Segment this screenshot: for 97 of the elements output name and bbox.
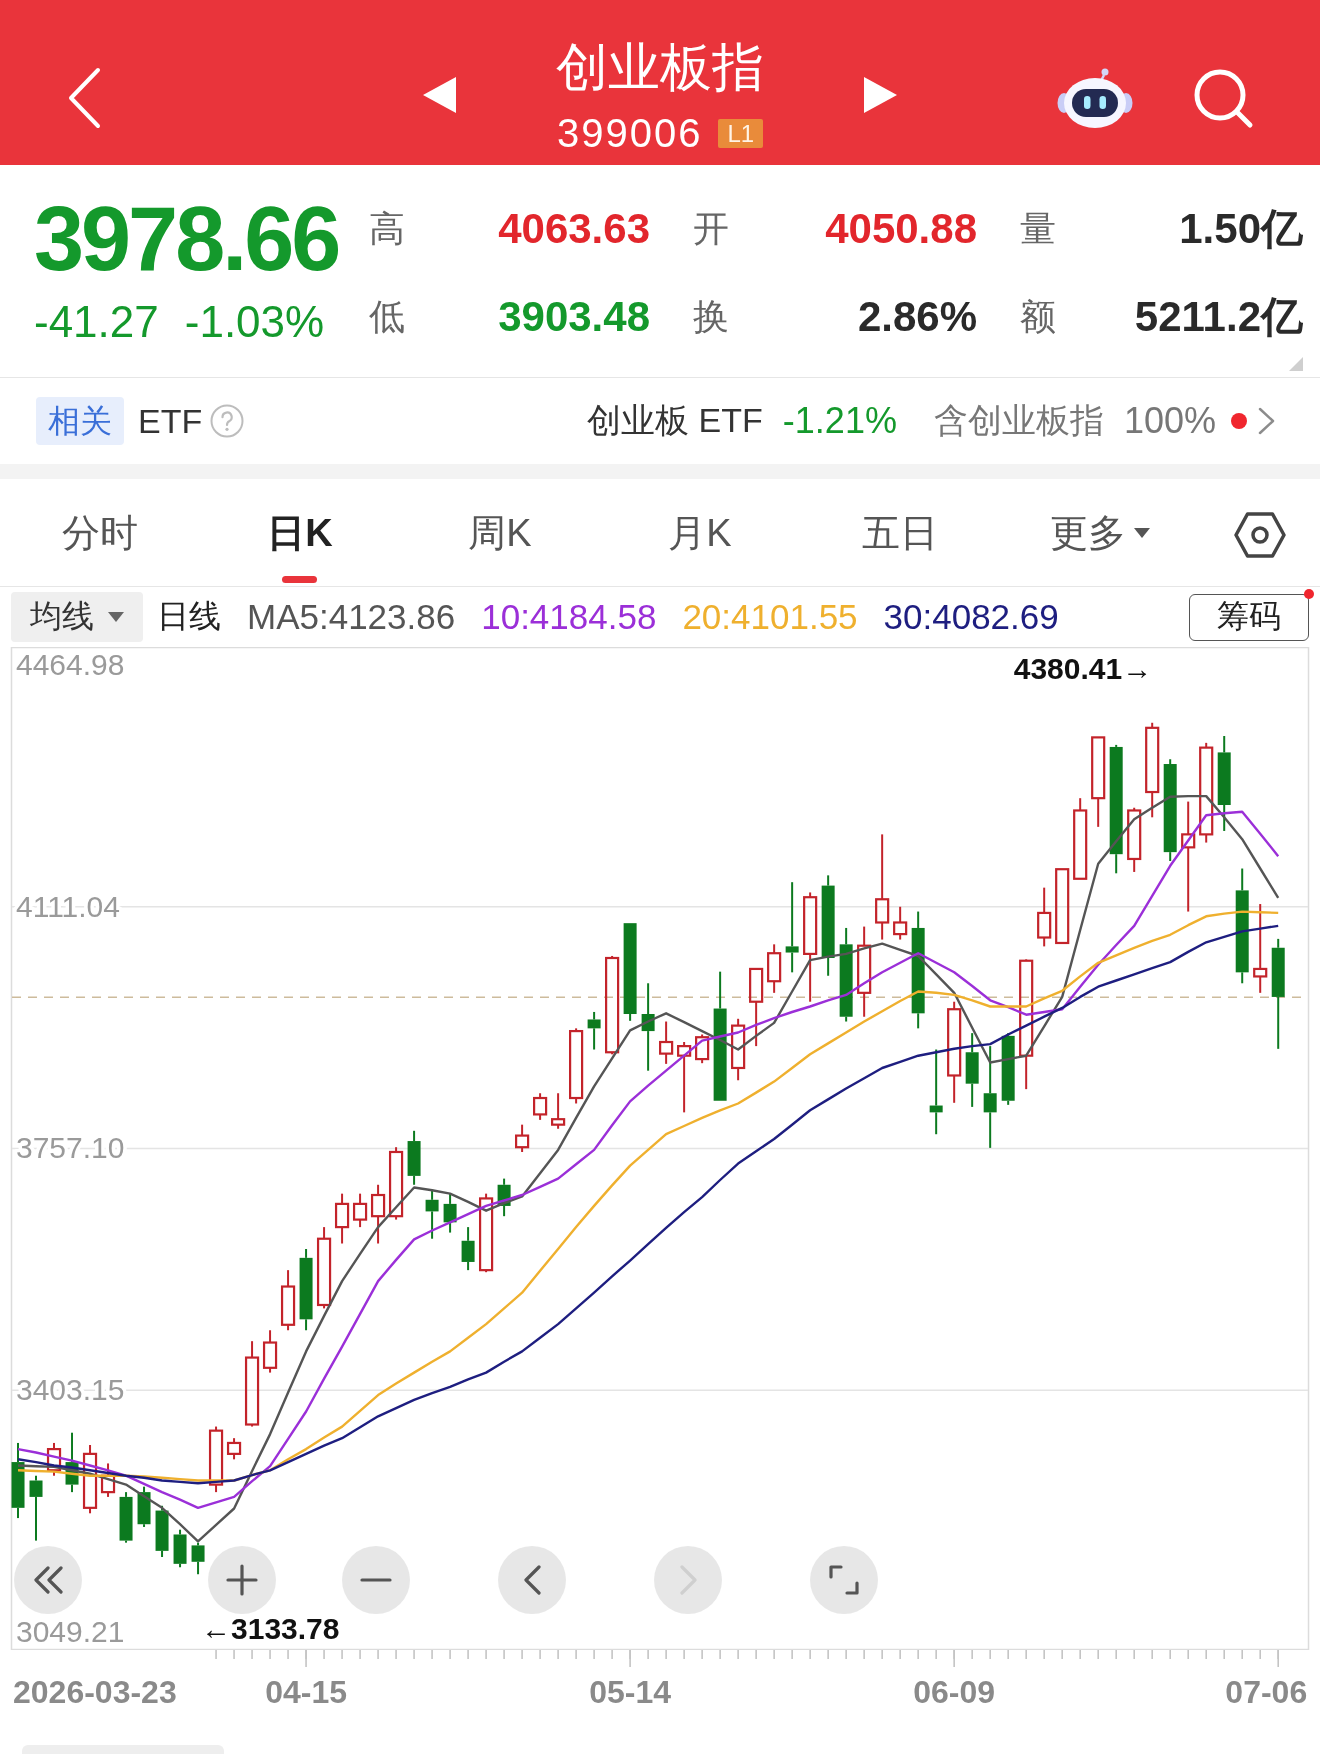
- etf-change: -1.21%: [782, 400, 897, 442]
- falling-candle: [425, 1188, 439, 1240]
- rising-candle: [551, 1092, 566, 1130]
- stat-label: 开: [693, 206, 730, 251]
- settings-icon[interactable]: [1234, 512, 1286, 558]
- rising-candle: [82, 1444, 98, 1515]
- stat-value: 1.50亿: [1179, 204, 1303, 254]
- rising-candle: [731, 1017, 746, 1082]
- rising-candle: [1127, 806, 1142, 873]
- high-price-note: 4380.41→: [1013, 651, 1153, 685]
- falling-candle: [29, 1474, 43, 1542]
- chevron-left-icon: [523, 1565, 541, 1595]
- last-price: 3978.66: [34, 189, 340, 289]
- moving-average-value: 20:4101.55: [682, 597, 858, 637]
- rising-candle: [515, 1123, 530, 1153]
- rising-candle: [208, 1425, 224, 1494]
- y-axis-label: 3049.21: [16, 1615, 125, 1648]
- stat-value: 4063.63: [498, 205, 650, 253]
- rising-candle: [226, 1437, 242, 1461]
- x-axis-label: 06-09: [913, 1674, 996, 1710]
- double-chevron-icon: [33, 1566, 63, 1594]
- x-axis-label: 07-06: [1225, 1674, 1308, 1710]
- caret-icon: [1134, 528, 1150, 538]
- stat-label: 低: [369, 294, 406, 339]
- chevron-right-icon[interactable]: [1258, 407, 1275, 435]
- rising-candle: [695, 1033, 710, 1065]
- rising-candle: [370, 1183, 386, 1245]
- falling-candle: [119, 1491, 133, 1544]
- stat-value: 3903.48: [498, 293, 650, 341]
- price-change: -41.27: [34, 297, 159, 347]
- x-axis-label: 05-14: [589, 1674, 672, 1710]
- back-icon[interactable]: [66, 67, 102, 129]
- moving-average-value: 10:4184.58: [481, 597, 657, 637]
- period-tab[interactable]: 更多: [1042, 509, 1158, 583]
- rising-candle: [352, 1192, 368, 1229]
- minus-icon: [360, 1578, 392, 1582]
- falling-candle: [191, 1541, 205, 1576]
- period-label: 日线: [157, 597, 221, 636]
- stock-title: 创业板指: [556, 37, 764, 98]
- rising-candle: [533, 1092, 548, 1121]
- stat-value: 2.86%: [857, 293, 977, 341]
- y-axis-label: 4111.04: [16, 889, 120, 923]
- rising-candle: [280, 1269, 296, 1332]
- falling-candle: [155, 1504, 169, 1558]
- robot-icon[interactable]: [1057, 67, 1133, 129]
- plus-icon: [226, 1564, 258, 1596]
- rising-candle: [46, 1441, 62, 1477]
- rising-candle: [659, 1020, 674, 1065]
- period-tab[interactable]: 分时: [54, 509, 146, 583]
- stat-value: 4050.88: [825, 205, 977, 253]
- chevron-right-icon: [679, 1565, 697, 1595]
- stock-code: 399006: [556, 112, 703, 154]
- rising-candle: [767, 943, 782, 994]
- fullscreen-icon: [829, 1565, 859, 1595]
- holding-label: 含创业板指: [933, 400, 1104, 441]
- y-axis-label: 4464.98: [16, 648, 125, 681]
- rising-candle: [100, 1462, 116, 1498]
- stat-label: 换: [693, 294, 730, 339]
- stat-label: 高: [369, 206, 406, 251]
- rising-candle: [1037, 886, 1052, 948]
- y-axis-label: 3757.10: [16, 1131, 125, 1165]
- period-tab[interactable]: 日K: [259, 509, 341, 583]
- period-tab[interactable]: 月K: [660, 509, 740, 583]
- falling-candle: [173, 1528, 187, 1569]
- rising-candle: [334, 1192, 350, 1245]
- stat-label: 额: [1020, 294, 1057, 339]
- caret-icon: [108, 612, 124, 622]
- moving-average-value: MA5:4123.86: [247, 597, 456, 637]
- left-triangle-icon[interactable]: [423, 77, 456, 113]
- falling-candle: [443, 1192, 457, 1234]
- y-axis-label: 3403.15: [16, 1373, 125, 1407]
- right-triangle-icon[interactable]: [864, 77, 897, 113]
- etf-label: ETF: [138, 401, 203, 441]
- period-tab[interactable]: 五日: [854, 509, 946, 583]
- indicator-dropdown[interactable]: 均线: [11, 592, 143, 642]
- percent-change: -1.03%: [184, 297, 325, 347]
- falling-candle: [587, 1010, 601, 1051]
- falling-candle: [137, 1485, 151, 1528]
- holding-percent: 100%: [1123, 400, 1216, 442]
- falling-candle: [65, 1431, 79, 1494]
- stat-value: 5211.2亿: [1134, 292, 1303, 342]
- stat-label: 量: [1020, 206, 1057, 251]
- moving-average-value: 30:4082.69: [883, 597, 1059, 637]
- rising-candle: [893, 905, 908, 941]
- related-tag: 相关: [36, 397, 124, 445]
- falling-candle: [461, 1226, 475, 1272]
- etf-name[interactable]: 创业板 ETF: [587, 398, 763, 444]
- period-tab[interactable]: 周K: [460, 509, 540, 583]
- chips-button[interactable]: 筹码: [1189, 593, 1309, 641]
- x-axis-label: 04-15: [265, 1674, 347, 1710]
- rising-candle: [262, 1329, 278, 1374]
- falling-candle: [497, 1177, 511, 1218]
- x-axis-label: 2026-03-23: [13, 1674, 177, 1710]
- level-badge: L1: [718, 118, 764, 148]
- falling-candle: [407, 1129, 421, 1186]
- low-price-note: ←3133.78: [201, 1612, 340, 1646]
- corner-triangle-icon: [1289, 357, 1303, 371]
